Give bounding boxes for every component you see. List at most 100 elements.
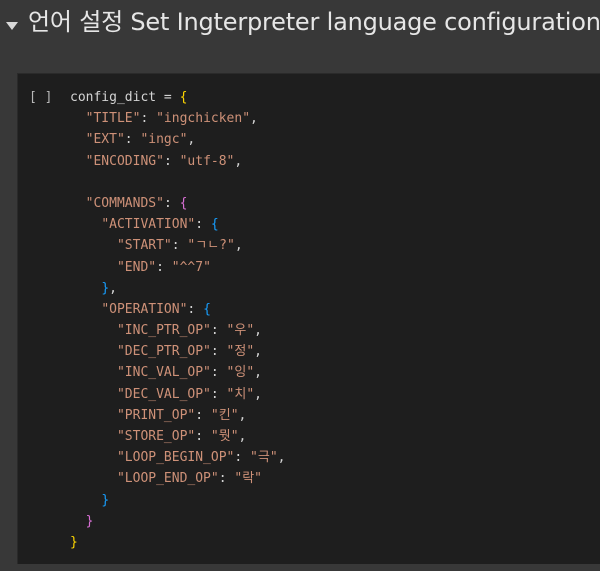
code-token: :: [210, 344, 227, 360]
code-token: "우": [226, 323, 255, 339]
code-token: config_dict =: [70, 90, 180, 105]
run-cell-button[interactable]: [ ]: [29, 87, 52, 108]
code-line: "EXT": "ingc",: [70, 129, 285, 150]
code-token: :: [124, 132, 141, 148]
code-line: "COMMANDS": {: [70, 193, 285, 214]
code-token: "OPERATION": [101, 301, 188, 317]
code-token: ,: [109, 280, 117, 296]
code-token: ,: [238, 429, 247, 444]
code-line: "ACTIVATION": {: [70, 214, 285, 235]
code-token: }: [85, 513, 94, 529]
code-token: ,: [254, 365, 262, 381]
code-token: :: [163, 153, 180, 169]
code-token: "^^7": [171, 259, 211, 275]
code-line: }: [70, 490, 285, 511]
code-token: "ㄱㄴ?": [187, 238, 235, 254]
code-token: "뭣": [210, 429, 239, 444]
code-token: "EXT": [85, 132, 125, 148]
code-line: "STORE_OP": "뭣",: [70, 426, 285, 447]
code-token: "utf-8": [179, 153, 235, 169]
code-token: ,: [234, 238, 243, 254]
code-token: ,: [234, 153, 243, 169]
code-token: :: [171, 238, 188, 254]
code-line: "PRINT_OP": "킨",: [70, 405, 285, 426]
code-token: ,: [254, 386, 262, 402]
code-line: "INC_PTR_OP": "우",: [70, 320, 285, 341]
code-token: :: [195, 429, 211, 444]
code-token: "PRINT_OP": [116, 407, 196, 423]
code-token: "ACTIVATION": [101, 217, 196, 233]
code-token: "극": [250, 450, 278, 466]
code-token: "END": [116, 259, 157, 275]
code-editor[interactable]: config_dict = { "TITLE": "ingchicken", "…: [70, 87, 285, 553]
code-line: "LOOP_END_OP": "락": [70, 468, 285, 489]
code-line: "OPERATION": {: [70, 299, 285, 320]
code-line: "START": "ㄱㄴ?",: [70, 235, 285, 256]
code-token: :: [210, 323, 227, 339]
code-line: "END": "^^7": [70, 257, 285, 278]
code-token: "ingchicken": [156, 111, 251, 127]
code-token: :: [163, 195, 180, 211]
code-line: "LOOP_BEGIN_OP": "극",: [70, 447, 286, 468]
code-token: ,: [277, 450, 286, 466]
code-token: {: [203, 301, 211, 317]
code-token: "락": [234, 471, 262, 487]
section-header: 언어 설정 Set Ingterpreter language configur…: [0, 0, 600, 46]
code-token: "INC_VAL_OP": [116, 365, 211, 381]
code-token: ,: [254, 344, 262, 360]
code-line: }: [70, 532, 285, 553]
code-token: :: [210, 365, 227, 381]
code-line: "ENCODING": "utf-8",: [70, 151, 285, 172]
code-token: "DEC_PTR_OP": [116, 344, 211, 360]
caret-down-icon[interactable]: [4, 17, 20, 30]
code-cell[interactable]: [ ] config_dict = { "TITLE": "ingchicken…: [17, 73, 600, 564]
code-line: "DEC_PTR_OP": "정",: [70, 341, 285, 362]
code-token: "킨": [210, 407, 239, 423]
section-title: 언어 설정 Set Ingterpreter language configur…: [28, 8, 600, 36]
code-token: }: [70, 534, 78, 550]
code-token: ,: [254, 323, 262, 339]
code-token: :: [210, 386, 227, 402]
code-token: :: [187, 301, 204, 317]
code-token: :: [195, 407, 211, 423]
code-token: "LOOP_BEGIN_OP": [116, 450, 235, 466]
code-token: ,: [250, 111, 258, 127]
code-token: {: [179, 90, 188, 105]
code-token: "COMMANDS": [85, 195, 164, 211]
code-token: "START": [116, 238, 172, 254]
code-token: "INC_PTR_OP": [116, 323, 211, 339]
code-token: :: [218, 471, 235, 487]
code-token: "ingc": [140, 132, 188, 148]
code-token: "치": [226, 386, 255, 402]
code-line: "INC_VAL_OP": "잉",: [70, 362, 285, 383]
code-token: }: [101, 492, 110, 508]
code-token: :: [140, 111, 157, 127]
code-token: ,: [187, 132, 196, 148]
code-token: {: [179, 195, 188, 211]
code-token: "ENCODING": [85, 153, 164, 169]
code-token: "DEC_VAL_OP": [116, 386, 211, 402]
code-line: "DEC_VAL_OP": "치",: [70, 384, 285, 405]
code-token: "TITLE": [85, 111, 141, 127]
code-line: },: [70, 278, 285, 299]
code-line: }: [70, 511, 285, 532]
